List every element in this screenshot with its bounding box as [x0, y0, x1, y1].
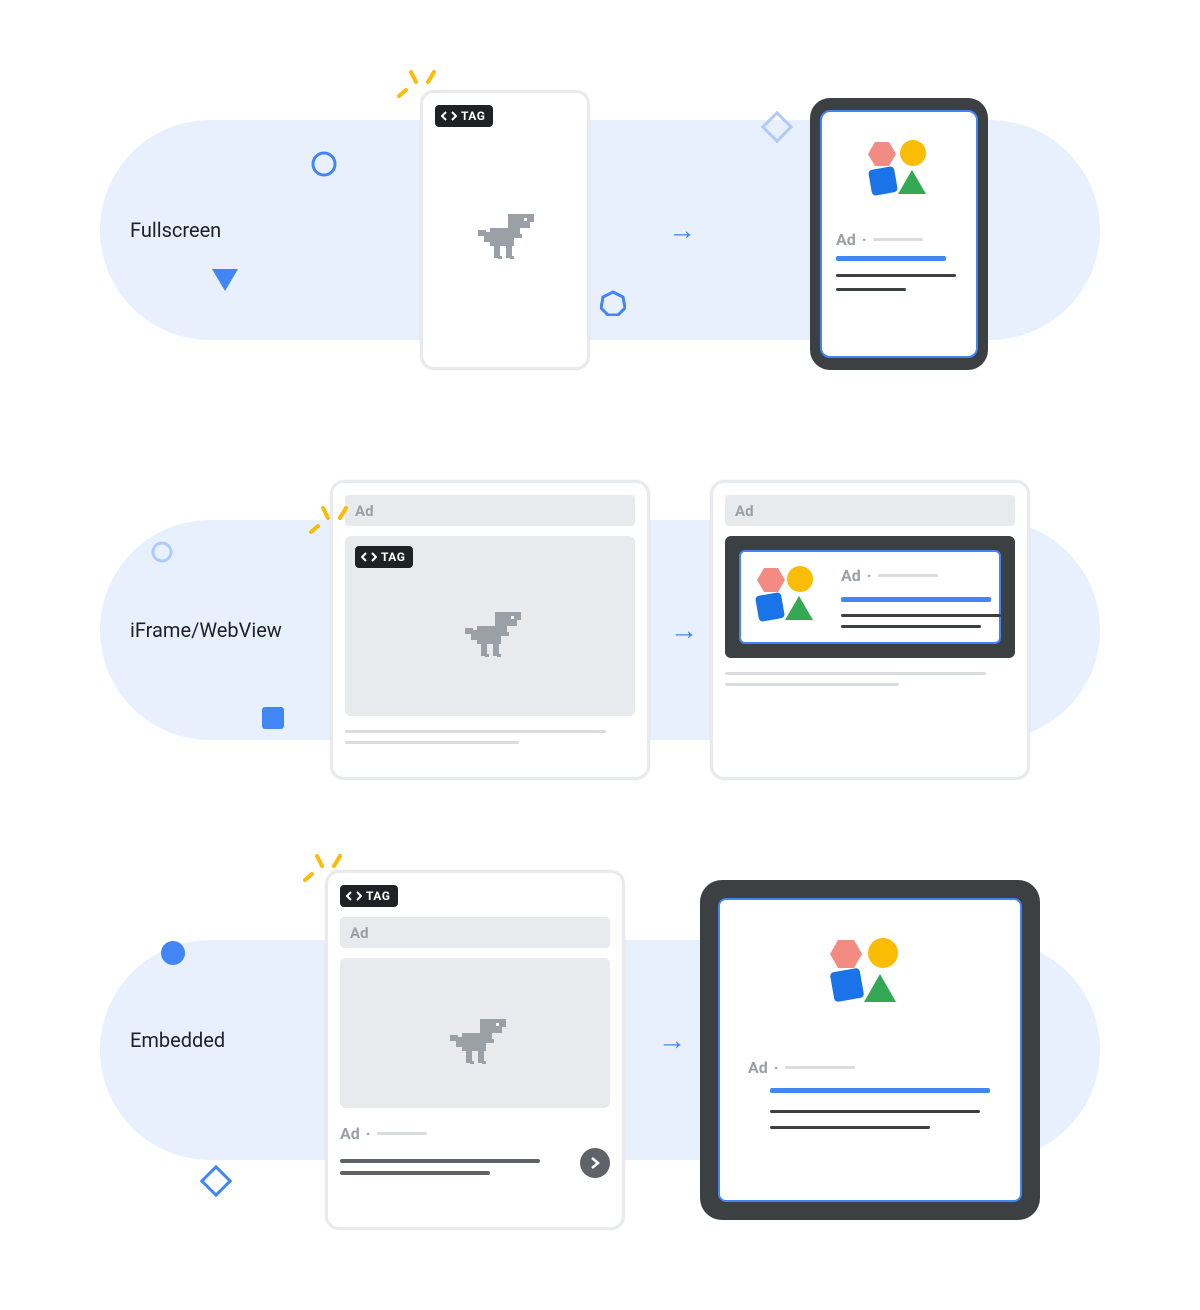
code-tag-icon	[441, 110, 457, 122]
ad-text-line	[841, 614, 1001, 617]
ad-card: Ad·	[739, 550, 1001, 644]
source-phone: TAG	[420, 90, 590, 370]
result-phone-screen: Ad·	[820, 110, 978, 358]
ad-inline-label: Ad·	[340, 1124, 570, 1143]
triangle-green-icon	[864, 974, 896, 1002]
result-phone-bezel: Ad·	[810, 98, 988, 370]
triangle-icon	[210, 265, 240, 293]
text-line	[725, 683, 899, 686]
circle-icon	[160, 940, 186, 966]
spark-icon	[308, 504, 352, 534]
square-icon	[868, 166, 898, 196]
ad-text-line	[770, 1110, 980, 1113]
row-embedded: Embedded TAG Ad	[40, 840, 1160, 1250]
content-area	[340, 958, 610, 1108]
circle-icon	[868, 938, 898, 968]
ad-text-line-1	[836, 274, 956, 277]
text-line	[725, 672, 986, 675]
arrow-right-icon: →	[668, 214, 696, 247]
result-tablet-screen: Ad·	[718, 898, 1022, 1202]
circle-outline-pale-icon	[150, 540, 174, 564]
row-label-iframe: iFrame/WebView	[130, 618, 282, 642]
ad-link-line	[836, 256, 946, 261]
triangle-green-icon	[898, 170, 926, 194]
ad-inline-label: Ad·	[748, 1058, 855, 1077]
circle-icon	[900, 140, 926, 166]
app-shapes-cluster	[830, 936, 910, 1002]
row-iframe: iFrame/WebView Ad TAG	[40, 440, 1160, 820]
dino-placeholder-icon	[465, 606, 525, 666]
dino-placeholder-icon	[478, 208, 538, 268]
ad-link-line	[770, 1088, 990, 1093]
circle-outline-icon	[310, 150, 338, 178]
result-tablet-bezel: Ad·	[700, 880, 1040, 1220]
app-shapes-cluster	[868, 138, 938, 198]
row-fullscreen: Fullscreen TAG →	[40, 40, 1160, 420]
ad-inline-label: Ad·	[841, 566, 1001, 585]
hexagon-icon	[757, 568, 785, 592]
hexagon-icon	[868, 142, 896, 166]
tag-badge: TAG	[355, 546, 413, 568]
text-line	[345, 741, 519, 744]
arrow-right-icon: →	[658, 1024, 686, 1057]
spark-icon	[396, 68, 440, 98]
text-line	[345, 730, 606, 733]
ad-heading-line	[340, 1159, 540, 1163]
dino-placeholder-icon	[450, 1013, 510, 1073]
chevron-right-icon	[589, 1157, 601, 1169]
spark-icon	[302, 852, 346, 882]
ad-heading-line	[340, 1171, 490, 1175]
carousel-ad-unit: Ad·	[340, 1124, 610, 1178]
iframe-area: TAG	[345, 536, 635, 716]
tag-badge-text: TAG	[461, 109, 485, 123]
outer-ad-bar: Ad	[725, 495, 1015, 526]
diamond-outline-icon	[200, 1165, 232, 1197]
ad-link-line	[841, 597, 991, 602]
outer-ad-bar: Ad	[345, 495, 635, 526]
ad-text-line	[841, 625, 981, 628]
result-browser: Ad Ad·	[710, 480, 1030, 780]
hexagon-icon	[830, 940, 862, 968]
tag-badge: TAG	[435, 105, 493, 127]
arrow-right-icon: →	[670, 614, 698, 647]
square-icon	[260, 705, 286, 731]
app-shapes-cluster	[757, 566, 823, 622]
tag-badge-text: TAG	[366, 889, 390, 903]
row-label-fullscreen: Fullscreen	[130, 218, 221, 242]
source-browser: Ad TAG	[330, 480, 650, 780]
tag-badge-text: TAG	[381, 550, 405, 564]
diamond-outline-icon	[760, 110, 794, 144]
square-icon	[755, 592, 785, 622]
tag-badge: TAG	[340, 885, 398, 907]
source-page: TAG Ad Ad·	[325, 870, 625, 1230]
triangle-green-icon	[785, 596, 813, 620]
circle-icon	[787, 566, 813, 592]
square-icon	[830, 968, 865, 1003]
heptagon-outline-icon	[600, 290, 626, 316]
ad-text-line	[770, 1126, 930, 1129]
inner-ad-bar: Ad	[340, 917, 610, 948]
ad-text-line-2	[836, 288, 906, 291]
row-label-embedded: Embedded	[130, 1028, 225, 1052]
code-tag-icon	[361, 551, 377, 563]
carousel-next-button[interactable]	[580, 1148, 610, 1178]
iframe-rendered: Ad·	[725, 536, 1015, 658]
ad-inline-label: Ad·	[836, 230, 923, 249]
code-tag-icon	[346, 890, 362, 902]
